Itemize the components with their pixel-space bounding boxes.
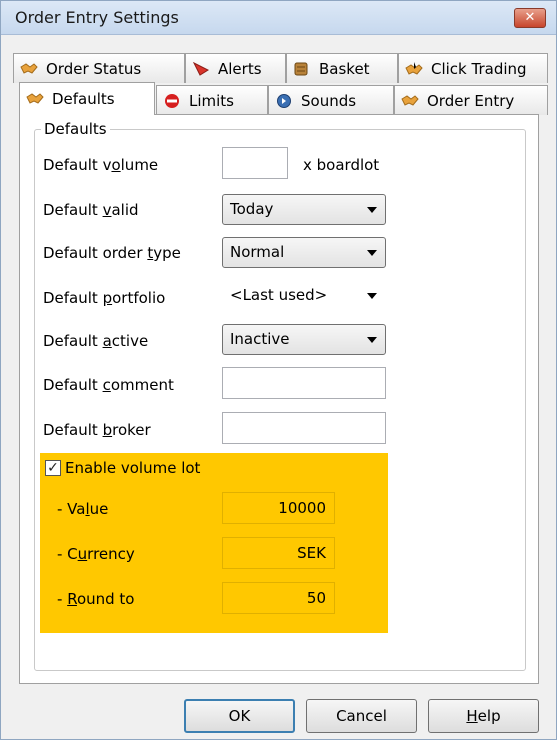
selected-value: Normal [230, 243, 285, 261]
tab-label: Order Status [46, 59, 142, 78]
volume-lot-currency-field[interactable]: SEK [222, 537, 335, 569]
sound-icon [277, 93, 291, 108]
volume-lot-round-to-label: - Round to [57, 590, 135, 608]
default-comment-label: Default comment [43, 376, 174, 394]
dropdown-arrow-icon [367, 293, 377, 299]
default-active-label: Default active [43, 332, 149, 350]
default-order-type-label: Default order type [43, 244, 181, 262]
default-volume-label: Default volume [43, 156, 159, 174]
tab-basket[interactable]: Basket [286, 53, 398, 83]
dropdown-arrow-icon [367, 337, 377, 343]
volume-lot-value-label: - Value [57, 500, 109, 518]
default-volume-input[interactable] [222, 147, 288, 179]
tab-alerts[interactable]: Alerts [185, 53, 286, 83]
selected-value: <Last used> [230, 286, 328, 304]
selected-value: Today [230, 200, 274, 218]
volume-lot-currency-label: - Currency [57, 545, 135, 563]
basket-icon [294, 62, 308, 75]
tab-label: Limits [189, 91, 234, 110]
default-broker-label: Default broker [43, 421, 151, 439]
tab-limits[interactable]: Limits [156, 85, 268, 115]
dropdown-arrow-icon [367, 250, 377, 256]
help-button[interactable]: Help [428, 699, 539, 733]
tab-label: Sounds [301, 91, 357, 110]
tab-order-status[interactable]: Order Status [13, 53, 185, 83]
handshake-icon [20, 62, 38, 74]
handshake-icon [26, 93, 44, 104]
order-entry-settings-window: Order Entry Settings ✕ Order Status Aler… [0, 0, 557, 740]
close-button[interactable]: ✕ [514, 8, 546, 28]
window-title: Order Entry Settings [15, 8, 179, 27]
cancel-button[interactable]: Cancel [306, 699, 417, 733]
tab-label: Defaults [52, 90, 115, 108]
tab-label: Basket [319, 59, 370, 78]
click-trading-icon [405, 61, 423, 75]
tab-label: Alerts [218, 59, 262, 78]
alert-flag-icon [192, 61, 210, 76]
no-entry-icon [165, 93, 179, 108]
selected-value: Inactive [230, 330, 290, 348]
default-portfolio-select[interactable]: <Last used> [222, 280, 386, 311]
default-portfolio-label: Default portfolio [43, 289, 166, 307]
title-bar[interactable]: Order Entry Settings ✕ [1, 1, 556, 35]
dropdown-arrow-icon [367, 207, 377, 213]
tab-label: Click Trading [431, 59, 527, 78]
volume-lot-round-to-field[interactable]: 50 [222, 582, 335, 614]
tab-defaults[interactable]: Defaults [19, 82, 155, 115]
group-title: Defaults [41, 120, 110, 138]
enable-volume-lot-checkbox[interactable]: ✓ [45, 460, 61, 476]
boardlot-suffix: x boardlot [303, 156, 380, 174]
volume-lot-value-field[interactable]: 10000 [222, 492, 335, 524]
default-valid-select[interactable]: Today [222, 194, 386, 225]
default-order-type-select[interactable]: Normal [222, 237, 386, 268]
tab-sounds[interactable]: Sounds [268, 85, 394, 115]
default-broker-input[interactable] [222, 412, 386, 444]
default-valid-label: Default valid [43, 201, 139, 219]
tab-click-trading[interactable]: Click Trading [398, 53, 548, 83]
default-comment-input[interactable] [222, 367, 386, 399]
enable-volume-lot-label[interactable]: Enable volume lot [65, 459, 200, 477]
default-active-select[interactable]: Inactive [222, 324, 386, 355]
ok-button[interactable]: OK [184, 699, 295, 733]
tab-label: Order Entry [427, 91, 515, 110]
tab-order-entry[interactable]: Order Entry [394, 85, 548, 115]
handshake-icon [401, 94, 419, 106]
